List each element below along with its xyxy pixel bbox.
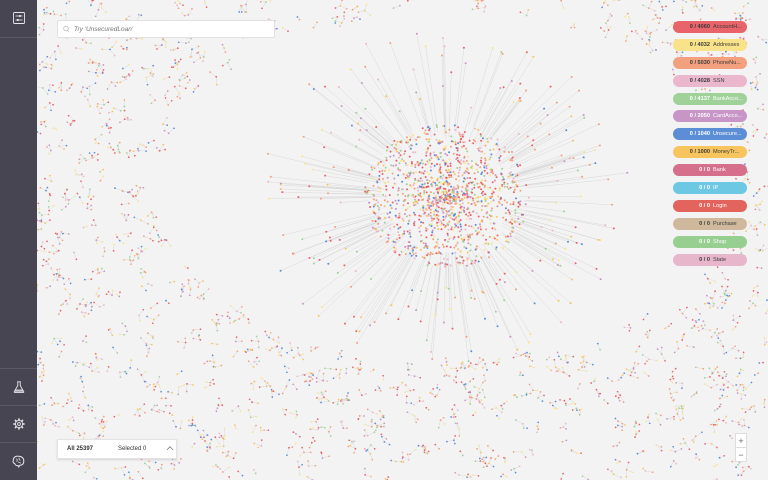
zoom-control: + −	[735, 433, 747, 462]
legend-item-label: Shop	[713, 238, 727, 245]
legend-item[interactable]: 0 / 0 Bank	[673, 164, 747, 177]
legend-item-label: IP	[713, 185, 719, 192]
legend-item-count: 0 / 0	[699, 167, 710, 174]
legend-item[interactable]: 0 / 0 Login	[673, 199, 747, 212]
legend-item-count: 0 / 2050	[689, 113, 710, 120]
legend-item[interactable]: 0 / 4032 Addresses	[673, 38, 747, 51]
legend-item-label: State	[713, 256, 727, 263]
legend-item-label: Addresses	[713, 41, 740, 48]
legend-item-count: 0 / 4060	[689, 24, 710, 30]
legend-item-label: Unsecure...	[713, 131, 742, 138]
legend-item-count: 0 / 0	[699, 202, 710, 209]
legend-item-count: 0 / 5030	[689, 59, 710, 66]
network-graph-canvas[interactable]	[37, 0, 768, 480]
filter-settings-button[interactable]	[0, 0, 37, 36]
legend-item[interactable]: 0 / 0 IP	[673, 182, 747, 195]
legend-item-count: 0 / 4137	[689, 95, 710, 102]
settings-button[interactable]	[0, 406, 37, 442]
legend-item-count: 0 / 0	[699, 185, 710, 192]
legend-item[interactable]: 0 / 0 State	[673, 253, 747, 266]
selection-status-bar: All 25397 Selected 0	[57, 439, 177, 459]
sidebar-divider	[0, 37, 37, 38]
node-type-legend: 0 / 4060 AccountH... 0 / 4032 Addresses 0 / …	[673, 21, 747, 271]
selected-count: Selected 0	[118, 446, 147, 452]
legend-item[interactable]: 0 / 4060 AccountH...	[673, 21, 747, 33]
legend-item-count: 0 / 0	[699, 238, 710, 245]
gear-icon	[12, 418, 25, 430]
filter-settings-icon	[12, 12, 25, 24]
legend-item-label: PhoneNu...	[713, 59, 741, 66]
legend-item[interactable]: 0 / 1000 MoneyTr...	[673, 146, 747, 159]
legend-item[interactable]: 0 / 0 Purchase	[673, 217, 747, 230]
zoom-in-button[interactable]: +	[736, 434, 746, 447]
legend-item-label: MoneyTr...	[713, 149, 740, 156]
chevron-up-icon	[166, 446, 174, 451]
search-input[interactable]	[74, 25, 264, 33]
brain-button[interactable]	[0, 443, 37, 479]
legend-item-count: 0 / 0	[699, 220, 710, 227]
legend-item-label: Bank	[713, 167, 726, 174]
legend-item-label: AccountH...	[713, 24, 742, 30]
legend-item[interactable]: 0 / 4028 SSN	[673, 74, 747, 87]
legend-item-label: Login	[713, 202, 727, 209]
legend-item[interactable]: 0 / 0 Shop	[673, 235, 747, 248]
search-bar[interactable]	[57, 20, 275, 38]
expand-panel-button[interactable]	[166, 445, 174, 453]
legend-item[interactable]: 0 / 2050 CardAcco...	[673, 110, 747, 123]
legend-item-count: 0 / 4028	[689, 77, 710, 84]
brain-icon	[12, 455, 25, 468]
legend-item[interactable]: 0 / 4137 BankAcco...	[673, 92, 747, 105]
legend-item-count: 0 / 0	[699, 256, 710, 263]
legend-item-count: 0 / 4032	[689, 41, 710, 48]
legend-item[interactable]: 0 / 1040 Unsecure...	[673, 128, 747, 141]
legend-item-label: Purchase	[713, 220, 737, 227]
search-icon	[63, 25, 70, 32]
flask-icon	[13, 381, 24, 393]
graph-edges	[37, 0, 768, 480]
all-count: All 25397	[67, 446, 94, 452]
legend-item-label: SSN	[713, 77, 725, 84]
legend-item-label: BankAcco...	[713, 95, 743, 102]
legend-item[interactable]: 0 / 5030 PhoneNu...	[673, 56, 747, 69]
legend-item-label: CardAcco...	[713, 113, 743, 120]
sidebar	[0, 0, 37, 480]
flask-button[interactable]	[0, 369, 37, 405]
legend-item-count: 0 / 1040	[689, 131, 710, 138]
graph-nodes	[37, 0, 768, 480]
zoom-out-button[interactable]: −	[736, 448, 746, 461]
legend-item-count: 0 / 1000	[689, 149, 710, 156]
